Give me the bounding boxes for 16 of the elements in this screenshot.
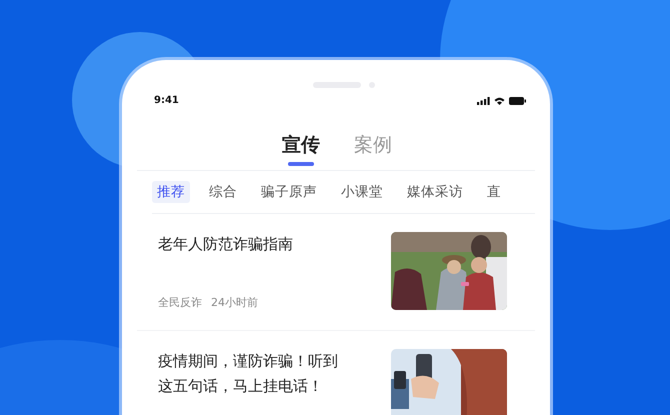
category-tab[interactable]: 骗子原声 (256, 181, 322, 203)
status-time: 9:41 (154, 95, 179, 106)
category-tab[interactable]: 推荐 (152, 181, 190, 203)
battery-icon (509, 96, 526, 104)
article-title[interactable]: 疫情期间，谨防诈骗！听到这五句话，马上挂电话！ (158, 349, 350, 399)
tab-indicator (288, 162, 314, 166)
signal-icon (477, 96, 490, 104)
category-tab[interactable]: 直 (482, 181, 506, 203)
wifi-icon (494, 96, 505, 104)
category-tab[interactable]: 综合 (204, 181, 242, 203)
category-tab[interactable]: 小课堂 (336, 181, 388, 203)
article-title[interactable]: 老年人防范诈骗指南 (158, 232, 350, 257)
category-tab[interactable]: 媒体采访 (402, 181, 468, 203)
article-source: 全民反诈 (158, 295, 202, 310)
tab[interactable]: 宣传 (282, 132, 320, 158)
article-time: 24小时前 (211, 295, 258, 310)
